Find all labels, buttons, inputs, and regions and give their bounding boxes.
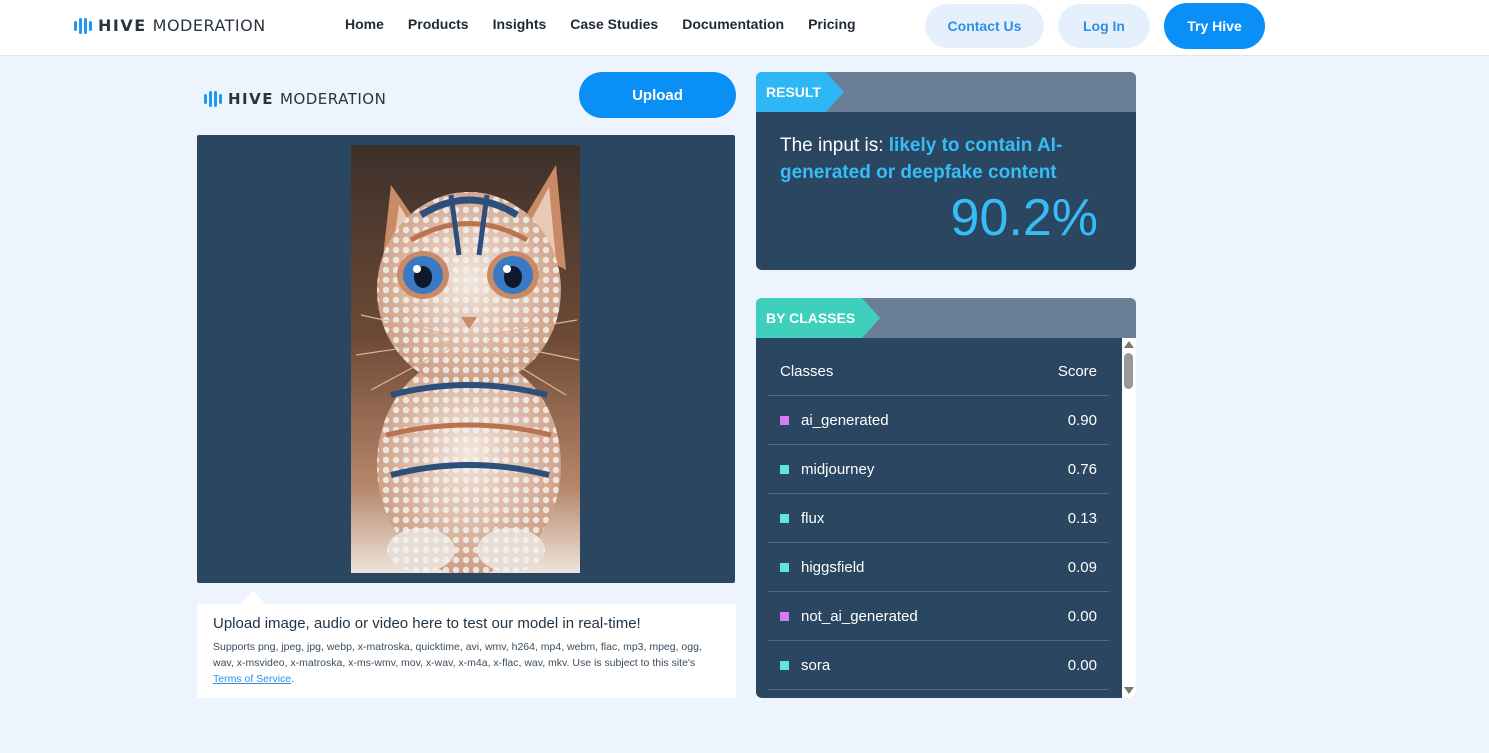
classes-table-header: Classes Score (768, 348, 1109, 396)
score-column-header: Score (1057, 363, 1097, 380)
terms-end: . (291, 673, 295, 685)
class-color-swatch (780, 611, 789, 621)
uploaded-image-jeweled-cat (351, 145, 580, 573)
logo-icon (74, 17, 92, 34)
class-color-swatch (780, 464, 789, 474)
nav-insights[interactable]: Insights (493, 16, 547, 32)
class-name: sora (801, 656, 831, 674)
hive-logo[interactable]: HIVE MODERATION (74, 16, 266, 35)
class-color-swatch (780, 660, 789, 670)
class-color-swatch (780, 513, 789, 523)
class-score: 0.00 (1067, 656, 1097, 674)
classes-table: Classes Score ai_generated 0.90 midjourn… (768, 348, 1109, 690)
class-name: midjourney (801, 460, 875, 478)
scroll-down-arrow-icon[interactable] (1124, 687, 1134, 694)
upload-instructions-title: Upload image, audio or video here to tes… (213, 615, 641, 632)
nav-documentation[interactable]: Documentation (682, 16, 784, 32)
scrollbar-thumb[interactable] (1124, 353, 1133, 389)
result-prefix: The input is: (780, 135, 889, 156)
logo-icon (204, 91, 222, 107)
supported-formats-list: Supports png, jpeg, jpg, webp, x-matrosk… (213, 641, 702, 669)
try-hive-button[interactable]: Try Hive (1164, 3, 1265, 49)
logo-word-moderation: MODERATION (280, 90, 387, 108)
class-name: higgsfield (801, 558, 865, 576)
class-score: 0.76 (1067, 460, 1097, 478)
nav-home[interactable]: Home (345, 16, 384, 32)
result-card: RESULT The input is: likely to contain A… (756, 72, 1136, 270)
table-row: ai_generated 0.90 (768, 396, 1109, 445)
by-classes-card: BY CLASSES Classes Score ai_generated 0.… (756, 298, 1136, 698)
class-score: 0.13 (1067, 509, 1097, 527)
class-score: 0.90 (1067, 411, 1097, 429)
class-color-swatch (780, 562, 789, 572)
class-name: ai_generated (801, 411, 889, 429)
image-preview-panel[interactable] (197, 135, 735, 583)
nav-case-studies[interactable]: Case Studies (570, 16, 658, 32)
top-navbar: HIVE MODERATION Home Products Insights C… (0, 0, 1489, 56)
main-nav: Home Products Insights Case Studies Docu… (345, 16, 856, 32)
class-color-swatch (780, 415, 789, 425)
result-percentage: 90.2% (950, 189, 1098, 247)
result-tag: RESULT (756, 72, 844, 112)
supported-formats-text: Supports png, jpeg, jpg, webp, x-matrosk… (213, 639, 720, 687)
result-statement: The input is: likely to contain AI-gener… (780, 132, 1110, 186)
info-box-pointer (241, 590, 265, 604)
class-score: 0.00 (1067, 607, 1097, 625)
classes-card-header: BY CLASSES (756, 298, 1136, 338)
nav-pricing[interactable]: Pricing (808, 16, 855, 32)
contact-us-button[interactable]: Contact Us (925, 4, 1044, 48)
logo-word-hive: HIVE (228, 90, 274, 108)
terms-of-service-link[interactable]: Terms of Service (213, 673, 291, 685)
by-classes-tag: BY CLASSES (756, 298, 880, 338)
table-row: flux 0.13 (768, 494, 1109, 543)
table-row: higgsfield 0.09 (768, 543, 1109, 592)
table-row: sora 0.00 (768, 641, 1109, 690)
panel-hive-logo: HIVE MODERATION (204, 90, 386, 108)
scroll-up-arrow-icon[interactable] (1124, 341, 1134, 348)
upload-button[interactable]: Upload (579, 72, 736, 118)
table-row: midjourney 0.76 (768, 445, 1109, 494)
class-name: not_ai_generated (801, 607, 918, 625)
classes-column-header: Classes (780, 363, 834, 380)
upload-info-box: Upload image, audio or video here to tes… (197, 604, 736, 698)
table-row: not_ai_generated 0.00 (768, 592, 1109, 641)
result-card-header: RESULT (756, 72, 1136, 112)
logo-word-hive: HIVE (98, 16, 147, 35)
classes-scrollbar[interactable] (1122, 338, 1136, 698)
class-name: flux (801, 509, 825, 527)
logo-word-moderation: MODERATION (152, 16, 266, 35)
nav-products[interactable]: Products (408, 16, 469, 32)
log-in-button[interactable]: Log In (1058, 4, 1150, 48)
class-score: 0.09 (1067, 558, 1097, 576)
